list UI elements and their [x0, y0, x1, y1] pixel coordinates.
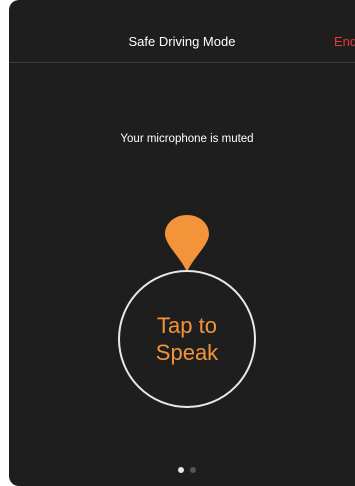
- location-pin-icon: [165, 215, 209, 272]
- safe-driving-screen: Safe Driving Mode End Your microphone is…: [9, 0, 355, 486]
- microphone-status-text: Your microphone is muted: [120, 133, 254, 145]
- page-dot[interactable]: [190, 467, 196, 473]
- tap-to-speak-button[interactable]: Tap to Speak: [118, 270, 256, 408]
- tap-to-speak-label: Tap to Speak: [155, 313, 219, 365]
- end-button[interactable]: End: [334, 34, 355, 50]
- page-indicator: [9, 467, 355, 473]
- navigation-bar: Safe Driving Mode End: [9, 0, 355, 63]
- page-dot-active[interactable]: [178, 467, 184, 473]
- page-title: Safe Driving Mode: [128, 34, 236, 49]
